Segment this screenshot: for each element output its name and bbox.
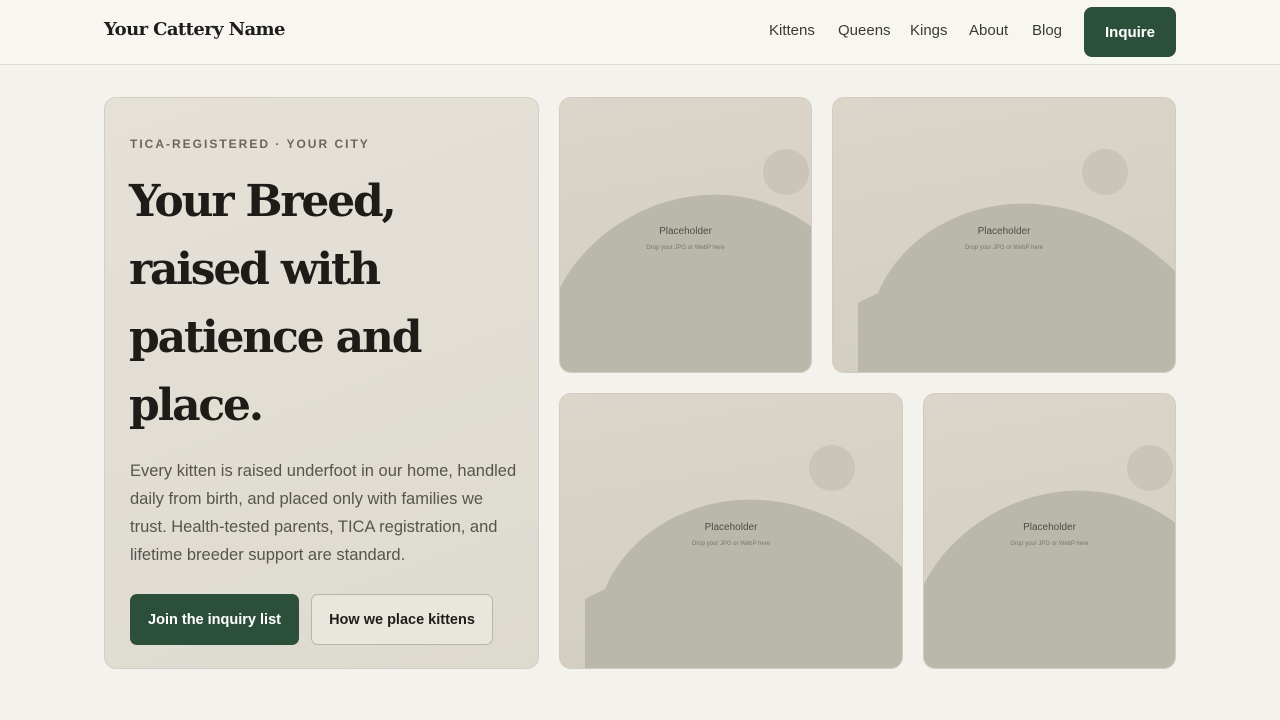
hero-description: Every kitten is raised underfoot in our … — [130, 462, 517, 564]
headline-line-4: place. — [129, 380, 264, 431]
nav-link-kittens[interactable]: Kittens — [769, 22, 815, 39]
placeholder-hint: Drop your JPG or WebP here — [964, 245, 1044, 251]
join-inquiry-list-button[interactable]: Join the inquiry list — [130, 594, 299, 645]
photo-placeholder-1[interactable]: Placeholder Drop your JPG or WebP here — [559, 97, 812, 373]
placeholder-label: Placeholder — [659, 226, 712, 237]
headline-line-3: patience and — [129, 312, 422, 363]
nav-link-kings[interactable]: Kings — [910, 22, 948, 39]
nav-link-queens[interactable]: Queens — [838, 22, 891, 39]
photo-placeholder-2[interactable]: Placeholder Drop your JPG or WebP here — [832, 97, 1176, 373]
placeholder-hint: Drop your JPG or WebP here — [1010, 541, 1089, 547]
site-header: Your Cattery Name Kittens Queens Kings A… — [0, 0, 1280, 65]
hero-headline: Your Breed, raised with patience and pla… — [129, 168, 529, 440]
placeholder-hint: Drop your JPG or WebP here — [646, 245, 725, 251]
photo-placeholder-4[interactable]: Placeholder Drop your JPG or WebP here — [923, 393, 1176, 669]
hero-eyebrow: TICA-REGISTERED · YOUR CITY — [130, 137, 370, 151]
placeholder-label: Placeholder — [977, 226, 1031, 237]
inquire-button[interactable]: Inquire — [1084, 7, 1176, 57]
hero-card: TICA-REGISTERED · YOUR CITY Your Breed, … — [104, 97, 539, 669]
photo-placeholder-3[interactable]: Placeholder Drop your JPG or WebP here — [559, 393, 903, 669]
brand-logo-text[interactable]: Your Cattery Name — [104, 19, 285, 40]
placeholder-label: Placeholder — [1023, 522, 1076, 533]
headline-line-2: raised with — [129, 244, 381, 295]
placeholder-label: Placeholder — [704, 522, 758, 533]
nav-link-about[interactable]: About — [969, 22, 1008, 39]
how-we-place-kittens-button[interactable]: How we place kittens — [311, 594, 493, 645]
placeholder-hint: Drop your JPG or WebP here — [691, 541, 771, 547]
nav-link-blog[interactable]: Blog — [1032, 22, 1062, 39]
headline-line-1: Your Breed, — [129, 176, 397, 227]
